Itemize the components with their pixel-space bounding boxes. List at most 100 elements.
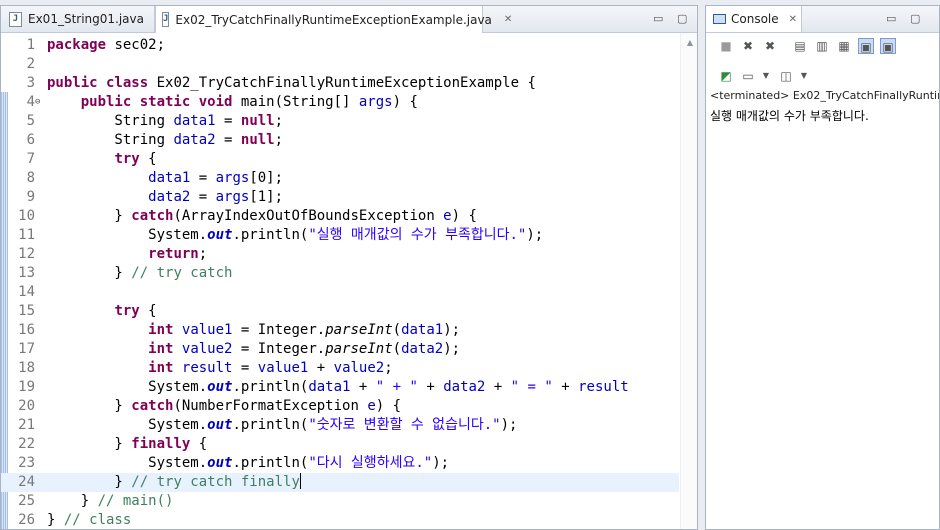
code-token: .println( (232, 379, 309, 395)
code-line[interactable]: 2 (1, 55, 679, 74)
code-line[interactable]: 24 } // try catch finally (1, 473, 679, 492)
code-token: + (350, 379, 376, 395)
pin-console-icon[interactable]: ◩ (718, 68, 734, 84)
code-token: value2 (333, 360, 385, 376)
code-line[interactable]: 3 public class Ex02_TryCatchFinallyRuntim… (1, 74, 679, 93)
code-token: ); (526, 227, 544, 243)
scroll-lock-icon[interactable]: ▥ (814, 38, 830, 54)
code-token: try (114, 151, 140, 167)
code-text: } catch(ArrayIndexOutOfBoundsException e… (47, 207, 477, 226)
code-token: public static void (80, 94, 233, 110)
code-token: = (232, 360, 258, 376)
code-token: .println( (232, 227, 309, 243)
close-icon[interactable]: ✕ (789, 14, 797, 25)
code-line[interactable]: 13 } // try catch (1, 264, 679, 283)
code-line[interactable]: 9 data2 = args[1]; (1, 188, 679, 207)
code-line[interactable]: 16 int value1 = Integer.parseInt(data1); (1, 321, 679, 340)
code-token: ) { (375, 398, 402, 414)
line-number: 8 (26, 170, 35, 186)
code-token: ); (432, 455, 450, 471)
show-on-stdout-icon[interactable]: ▣ (858, 38, 874, 54)
show-on-stderr-icon[interactable]: ▣ (880, 38, 896, 54)
line-number: 21 (18, 417, 35, 433)
code-token: data1 (148, 170, 191, 186)
code-token: e (443, 208, 452, 224)
code-line[interactable]: 17 int value2 = Integer.parseInt(data2); (1, 340, 679, 359)
code-token: int (148, 360, 174, 376)
code-line[interactable]: 19 System.out.println(data1 + " + " + da… (1, 378, 679, 397)
tab-ex01-string01[interactable]: J Ex01_String01.java (1, 6, 155, 32)
code-line[interactable]: 22 } finally { (1, 435, 679, 454)
code-token: [0]; (249, 170, 284, 186)
chevron-down-icon[interactable]: ▼ (796, 68, 812, 84)
line-number: 1 (26, 37, 35, 53)
code-token: ) { (451, 208, 477, 224)
code-line[interactable]: 8 data1 = args[0]; (1, 169, 679, 188)
code-token: ( (392, 341, 402, 357)
code-token: null (240, 113, 275, 129)
code-line[interactable]: 20 } catch(NumberFormatException e) { (1, 397, 679, 416)
java-file-icon: J (162, 12, 170, 27)
code-line[interactable]: 15 try { (1, 302, 679, 321)
code-line[interactable]: 23 System.out.println("다시 실행하세요."); (1, 454, 679, 473)
line-number: 6 (26, 132, 35, 148)
code-line[interactable]: 7 try { (1, 150, 679, 169)
code-token: = Integer. (232, 341, 326, 357)
open-console-icon[interactable]: ◫ (778, 68, 794, 84)
code-token: ); (443, 341, 461, 357)
maximize-icon[interactable]: ▢ (677, 12, 687, 25)
code-token: } (47, 265, 132, 281)
code-token: parseInt (325, 322, 393, 338)
code-line[interactable]: 11 System.out.println("실행 매개값의 수가 부족합니다.… (1, 226, 679, 245)
code-token: int (148, 341, 174, 357)
minimize-icon[interactable]: ▭ (653, 12, 663, 25)
code-area[interactable]: 1 package sec02; 2 3 public class Ex02_TryCa… (1, 36, 679, 529)
maximize-icon[interactable]: ▢ (910, 12, 920, 25)
clear-console-icon[interactable]: ▤ (792, 38, 808, 54)
code-token: Ex02_TryCatchFinallyRuntimeExceptionExam… (148, 75, 536, 91)
code-line[interactable]: 1 package sec02; (1, 36, 679, 55)
close-icon[interactable]: ✕ (504, 14, 512, 25)
console-output[interactable]: 실행 매개값의 수가 부족합니다. (710, 107, 869, 124)
vertical-scrollbar[interactable] (680, 33, 697, 529)
code-text: data2 = args[1]; (47, 188, 283, 207)
chevron-down-icon[interactable]: ▼ (758, 68, 774, 84)
scroll-up-icon[interactable]: ▲ (687, 38, 693, 47)
line-number: 25 (18, 493, 35, 509)
code-token: "숫자로 변환할 수 없습니다." (308, 417, 501, 433)
code-line[interactable]: 26} // class (1, 511, 679, 529)
code-line[interactable]: 21 System.out.println("숫자로 변환할 수 없습니다.")… (1, 416, 679, 435)
remove-all-icon[interactable]: ✖ (762, 38, 778, 54)
code-line[interactable]: 14 (1, 283, 679, 302)
code-text: data1 = args[0]; (47, 169, 283, 188)
code-text: public static void main(String[] args) { (47, 93, 418, 112)
code-line[interactable]: 18 int result = value1 + value2; (1, 359, 679, 378)
code-token: System. (47, 455, 208, 471)
minimize-icon[interactable]: ▭ (886, 12, 896, 25)
code-line[interactable]: 4 ⊖ public static void main(String[] args… (1, 93, 679, 112)
terminate-icon[interactable]: ■ (718, 38, 734, 54)
code-line[interactable]: 5 String data1 = null; (1, 112, 679, 131)
code-line[interactable]: 6 String data2 = null; (1, 131, 679, 150)
code-token: + (552, 379, 579, 395)
tab-console[interactable]: Console ✕ (706, 6, 802, 32)
code-line[interactable]: 25 } // main() (1, 492, 679, 511)
code-token: value2 (181, 341, 233, 357)
code-line[interactable]: 12 return; (1, 245, 679, 264)
word-wrap-icon[interactable]: ▦ (836, 38, 852, 54)
code-text: int result = value1 + value2; (47, 359, 393, 378)
code-text: try { (47, 150, 156, 169)
code-token: = (215, 132, 241, 148)
console-view: Console ✕ ▭ ▢ ■ ✖ ✖ ▤ ▥ ▦ ▣ ▣ ◩ ▭ ▼ ◫ ▼ … (705, 5, 940, 530)
tab-ex02-trycatch[interactable]: J Ex02_TryCatchFinallyRuntimeExceptionEx… (155, 6, 512, 33)
fold-toggle-icon[interactable]: ⊖ (35, 98, 40, 107)
display-console-icon[interactable]: ▭ (740, 68, 756, 84)
code-token: args (215, 189, 250, 205)
code-line[interactable]: 10 } catch(ArrayIndexOutOfBoundsExceptio… (1, 207, 679, 226)
code-token: [1]; (249, 189, 284, 205)
launch-status: <terminated> Ex02_TryCatchFinallyRuntin (710, 89, 940, 102)
remove-launch-icon[interactable]: ✖ (740, 38, 756, 54)
